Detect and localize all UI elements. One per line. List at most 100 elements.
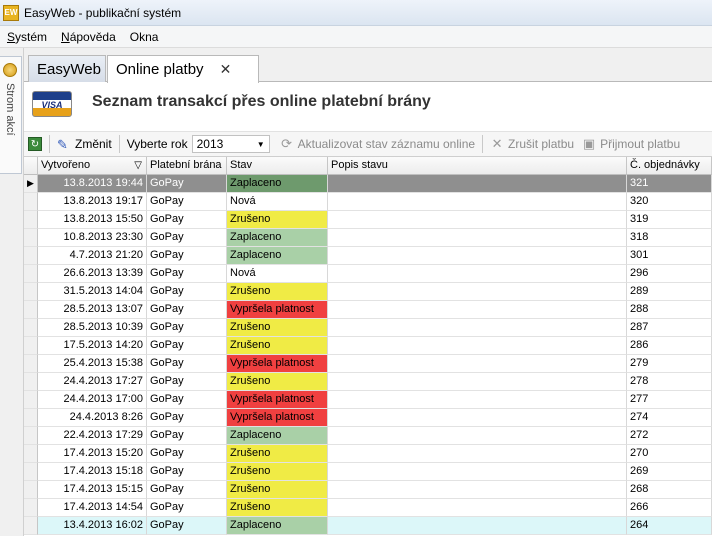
- sort-desc-icon: ▽: [134, 160, 142, 171]
- cell-gateway: GoPay: [147, 481, 227, 499]
- table-row[interactable]: 31.5.2013 14:04 GoPay Zrušeno 289: [24, 283, 712, 301]
- table-row[interactable]: 17.4.2013 14:54 GoPay Zrušeno 266: [24, 499, 712, 517]
- row-indicator: [24, 319, 38, 337]
- cell-created: 13.8.2013 15:50: [38, 211, 147, 229]
- column-header-gateway[interactable]: Platební brána: [147, 157, 227, 175]
- row-indicator: [24, 391, 38, 409]
- table-row[interactable]: 17.5.2013 14:20 GoPay Zrušeno 286: [24, 337, 712, 355]
- column-header-status[interactable]: Stav: [227, 157, 328, 175]
- table-row[interactable]: 24.4.2013 8:26 GoPay Vypršela platnost 274: [24, 409, 712, 427]
- table-row[interactable]: 13.8.2013 19:17 GoPay Nová 320: [24, 193, 712, 211]
- update-status-button[interactable]: ⟳ Aktualizovat stav záznamu online: [276, 133, 479, 155]
- table-row[interactable]: 28.5.2013 10:39 GoPay Zrušeno 287: [24, 319, 712, 337]
- cell-order-number: 272: [627, 427, 712, 445]
- chevron-down-icon: ▼: [256, 139, 265, 149]
- cell-created: 10.8.2013 23:30: [38, 229, 147, 247]
- cell-status-description: [328, 211, 627, 229]
- cell-status: Zrušeno: [227, 211, 328, 229]
- table-row[interactable]: 25.4.2013 15:38 GoPay Vypršela platnost 279: [24, 355, 712, 373]
- year-select[interactable]: 2013 ▼: [191, 135, 270, 153]
- menu-help[interactable]: Nápověda: [54, 30, 123, 44]
- cell-gateway: GoPay: [147, 391, 227, 409]
- cell-status: Zaplaceno: [227, 517, 328, 535]
- cell-gateway: GoPay: [147, 427, 227, 445]
- menu-system[interactable]: Systém: [0, 30, 54, 44]
- cell-gateway: GoPay: [147, 409, 227, 427]
- cell-status: Zaplaceno: [227, 247, 328, 265]
- toolbar-separator: [49, 135, 50, 153]
- visa-card-icon: VISA: [32, 91, 72, 117]
- cell-gateway: GoPay: [147, 499, 227, 517]
- row-indicator: [24, 517, 38, 535]
- cell-status: Nová: [227, 193, 328, 211]
- table-row[interactable]: 10.8.2013 23:30 GoPay Zaplaceno 318: [24, 229, 712, 247]
- table-row[interactable]: 13.8.2013 15:50 GoPay Zrušeno 319: [24, 211, 712, 229]
- row-indicator: ▶: [24, 175, 38, 193]
- cell-created: 17.4.2013 15:20: [38, 445, 147, 463]
- menu-bar: Systém Nápověda Okna: [0, 26, 712, 48]
- table-row[interactable]: 22.4.2013 17:29 GoPay Zaplaceno 272: [24, 427, 712, 445]
- cell-status: Zrušeno: [227, 445, 328, 463]
- cell-gateway: GoPay: [147, 175, 227, 193]
- table-row[interactable]: 17.4.2013 15:20 GoPay Zrušeno 270: [24, 445, 712, 463]
- cell-order-number: 320: [627, 193, 712, 211]
- cell-gateway: GoPay: [147, 301, 227, 319]
- cell-gateway: GoPay: [147, 319, 227, 337]
- cell-gateway: GoPay: [147, 211, 227, 229]
- column-header-order-number[interactable]: Č. objednávky: [627, 157, 712, 175]
- column-header-created[interactable]: Vytvořeno ▽: [38, 157, 147, 175]
- close-tab-icon[interactable]: ✕: [220, 61, 232, 78]
- cell-order-number: 289: [627, 283, 712, 301]
- cell-order-number: 277: [627, 391, 712, 409]
- row-indicator: [24, 427, 38, 445]
- row-indicator: [24, 481, 38, 499]
- cell-created: 24.4.2013 8:26: [38, 409, 147, 427]
- accept-payment-button[interactable]: ▣ Přijmout platbu: [578, 133, 684, 155]
- cell-status-description: [328, 193, 627, 211]
- cell-status: Zrušeno: [227, 481, 328, 499]
- table-row[interactable]: 28.5.2013 13:07 GoPay Vypršela platnost 288: [24, 301, 712, 319]
- action-tree-tab[interactable]: Strom akcí: [0, 56, 22, 174]
- cell-created: 17.5.2013 14:20: [38, 337, 147, 355]
- tab-online-payments[interactable]: Online platby ✕: [107, 55, 259, 83]
- row-indicator: [24, 229, 38, 247]
- document-tabs: EasyWeb Online platby ✕: [24, 48, 712, 83]
- cell-order-number: 274: [627, 409, 712, 427]
- year-label: Vyberte rok: [126, 137, 188, 151]
- cell-status-description: [328, 301, 627, 319]
- cell-status: Zaplaceno: [227, 427, 328, 445]
- table-row[interactable]: 17.4.2013 15:18 GoPay Zrušeno 269: [24, 463, 712, 481]
- column-header-status-description[interactable]: Popis stavu: [328, 157, 627, 175]
- cell-gateway: GoPay: [147, 283, 227, 301]
- cell-order-number: 270: [627, 445, 712, 463]
- cancel-payment-button[interactable]: ✕ Zrušit platbu: [486, 133, 578, 155]
- cell-created: 25.4.2013 15:38: [38, 355, 147, 373]
- cell-order-number: 287: [627, 319, 712, 337]
- cell-created: 24.4.2013 17:00: [38, 391, 147, 409]
- page-title: Seznam transakcí přes online platební br…: [92, 93, 431, 110]
- cell-status-description: [328, 463, 627, 481]
- toolbar-separator: [118, 135, 120, 153]
- tab-easyweb[interactable]: EasyWeb: [28, 55, 106, 82]
- cell-status: Zrušeno: [227, 373, 328, 391]
- table-row[interactable]: 26.6.2013 13:39 GoPay Nová 296: [24, 265, 712, 283]
- cell-order-number: 269: [627, 463, 712, 481]
- grid-header-row: Vytvořeno ▽ Platební brána Stav Popis st…: [24, 157, 712, 175]
- table-row[interactable]: 17.4.2013 15:15 GoPay Zrušeno 268: [24, 481, 712, 499]
- menu-windows[interactable]: Okna: [123, 30, 166, 44]
- row-indicator: [24, 301, 38, 319]
- cell-status-description: [328, 247, 627, 265]
- row-indicator: [24, 283, 38, 301]
- edit-button[interactable]: ✎ Změnit: [53, 133, 116, 155]
- table-row[interactable]: 24.4.2013 17:00 GoPay Vypršela platnost 277: [24, 391, 712, 409]
- table-row[interactable]: 4.7.2013 21:20 GoPay Zaplaceno 301: [24, 247, 712, 265]
- cell-status: Zaplaceno: [227, 229, 328, 247]
- cell-status: Zrušeno: [227, 319, 328, 337]
- table-row[interactable]: 13.4.2013 16:02 GoPay Zaplaceno 264: [24, 517, 712, 535]
- cell-order-number: 288: [627, 301, 712, 319]
- refresh-button[interactable]: ↻: [24, 133, 46, 155]
- pencil-icon: ✎: [57, 137, 68, 152]
- table-row[interactable]: 24.4.2013 17:27 GoPay Zrušeno 278: [24, 373, 712, 391]
- table-row[interactable]: ▶ 13.8.2013 19:44 GoPay Zaplaceno 321: [24, 175, 712, 193]
- cell-status-description: [328, 175, 627, 193]
